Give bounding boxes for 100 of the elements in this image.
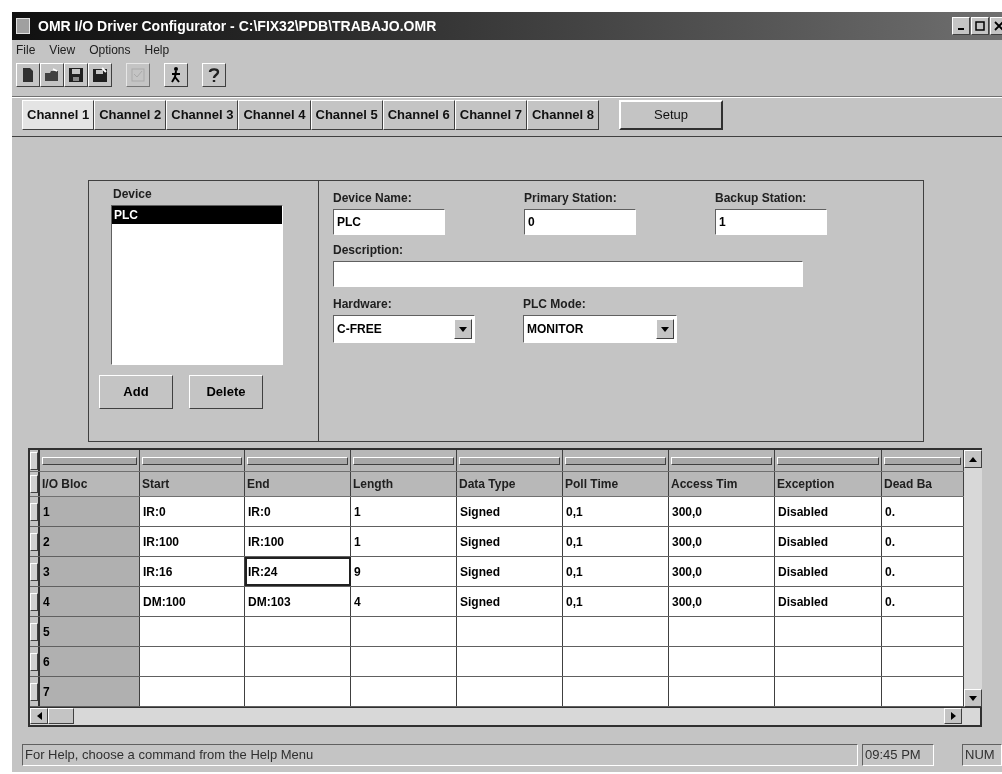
scroll-right-button[interactable] (944, 708, 962, 724)
table-cell[interactable]: 300,0 (669, 557, 775, 586)
table-cell[interactable]: Disabled (775, 557, 882, 586)
table-cell[interactable]: 0,1 (563, 497, 669, 526)
table-cell[interactable]: 300,0 (669, 587, 775, 616)
menu-item[interactable]: Options (89, 41, 131, 59)
toolbar-button[interactable] (64, 63, 88, 87)
dropdown-value: MONITOR (527, 321, 584, 338)
row-selector[interactable] (30, 682, 38, 701)
caret-icon (459, 326, 467, 332)
dropdown-value: C-FREE (337, 321, 382, 338)
up-arrow-icon (969, 456, 977, 462)
backup-station-field[interactable]: 1 (715, 209, 827, 235)
row-selector[interactable] (30, 622, 38, 641)
table-cell[interactable]: DM:100 (140, 587, 245, 616)
vertical-scrollbar[interactable] (964, 450, 982, 707)
field-label: Backup Station: (715, 190, 808, 207)
left-arrow-icon (36, 712, 42, 720)
column-header: I/O Bloc (40, 472, 140, 496)
table-cell[interactable]: 4 (351, 587, 457, 616)
hardware-dropdown[interactable]: C-FREE (333, 315, 475, 343)
minimize-button[interactable] (952, 17, 970, 35)
row-selector[interactable] (30, 592, 38, 611)
column-header: Start (140, 472, 245, 496)
device-name-field[interactable]: PLC (333, 209, 445, 235)
channel-tab[interactable]: Channel 8 (526, 100, 599, 130)
channel-tab[interactable]: Channel 6 (382, 100, 455, 130)
row-selector[interactable] (30, 562, 38, 581)
channel-tab[interactable]: Channel 5 (310, 100, 383, 130)
minimize-icon (958, 28, 964, 30)
table-cell[interactable]: DM:103 (245, 587, 351, 616)
field-label: Hardware: (333, 296, 393, 313)
table-cell[interactable]: 0,1 (563, 557, 669, 586)
row-number: 7 (40, 677, 140, 706)
column-header: Exception (775, 472, 882, 496)
row-selector[interactable] (30, 652, 38, 671)
scroll-down-button[interactable] (964, 689, 982, 707)
device-button[interactable]: Delete (189, 375, 263, 409)
table-cell[interactable]: Signed (457, 497, 563, 526)
table-cell[interactable]: Disabled (775, 527, 882, 556)
maximize-icon (975, 21, 985, 31)
table-cell[interactable]: IR:24 (245, 557, 351, 586)
row-selector[interactable] (30, 451, 38, 470)
menu-item[interactable]: Help (144, 41, 170, 59)
description-field[interactable] (333, 261, 803, 287)
table-cell[interactable]: Disabled (775, 497, 882, 526)
primary-station-field[interactable]: 0 (524, 209, 636, 235)
table-cell[interactable]: IR:0 (140, 497, 245, 526)
table-cell[interactable]: 0,1 (563, 587, 669, 616)
toolbar-button[interactable] (40, 63, 64, 87)
horizontal-scrollbar[interactable] (30, 707, 980, 725)
scroll-left-button[interactable] (30, 708, 48, 724)
checklist-icon (129, 66, 147, 84)
table-cell[interactable]: 0. (882, 527, 964, 556)
table-cell[interactable]: IR:0 (245, 497, 351, 526)
channel-tab[interactable]: Channel 1 (22, 100, 95, 130)
table-cell[interactable]: IR:16 (140, 557, 245, 586)
row-selector[interactable] (30, 532, 38, 551)
toolbar-button[interactable] (16, 63, 40, 87)
toolbar-button[interactable] (88, 63, 112, 87)
channel-tab[interactable]: Channel 3 (166, 100, 239, 130)
row-selector[interactable] (30, 502, 38, 521)
table-cell[interactable]: 9 (351, 557, 457, 586)
menu-item[interactable]: View (49, 41, 76, 59)
maximize-button[interactable] (971, 17, 989, 35)
table-cell[interactable]: 0,1 (563, 527, 669, 556)
table-cell[interactable]: 300,0 (669, 527, 775, 556)
table-cell[interactable]: 1 (351, 497, 457, 526)
plc-mode-dropdown[interactable]: MONITOR (523, 315, 677, 343)
table-cell[interactable]: Signed (457, 557, 563, 586)
device-button[interactable]: Add (99, 375, 173, 409)
setup-button[interactable]: Setup (619, 100, 723, 130)
table-cell[interactable]: Signed (457, 527, 563, 556)
row-number: 1 (40, 497, 140, 526)
table-cell[interactable]: IR:100 (245, 527, 351, 556)
toolbar-button[interactable] (164, 63, 188, 87)
channel-tab[interactable]: Channel 2 (94, 100, 167, 130)
row-number: 2 (40, 527, 140, 556)
device-label: Device (113, 186, 153, 203)
scroll-up-button[interactable] (964, 450, 982, 468)
device-list[interactable]: PLC (111, 205, 283, 365)
table-cell[interactable]: 1 (351, 527, 457, 556)
row-number: 5 (40, 617, 140, 646)
table-cell[interactable]: 0. (882, 557, 964, 586)
row-selector[interactable] (30, 475, 38, 493)
device-list-item[interactable]: PLC (112, 206, 282, 224)
channel-tab[interactable]: Channel 7 (454, 100, 527, 130)
table-cell[interactable]: 300,0 (669, 497, 775, 526)
toolbar-button[interactable] (202, 63, 226, 87)
menu-item[interactable]: File (16, 41, 36, 59)
channel-tab[interactable]: Channel 4 (238, 100, 311, 130)
scroll-thumb[interactable] (48, 708, 74, 724)
table-cell[interactable]: 0. (882, 497, 964, 526)
table-cell[interactable]: Signed (457, 587, 563, 616)
table-cell[interactable]: 0. (882, 587, 964, 616)
row-number: 3 (40, 557, 140, 586)
window-title: OMR I/O Driver Configurator - C:\FIX32\PDB\TRABAJO.OMR (38, 16, 438, 36)
table-cell[interactable]: IR:100 (140, 527, 245, 556)
field-label: Device Name: (333, 190, 413, 207)
table-cell[interactable]: Disabled (775, 587, 882, 616)
